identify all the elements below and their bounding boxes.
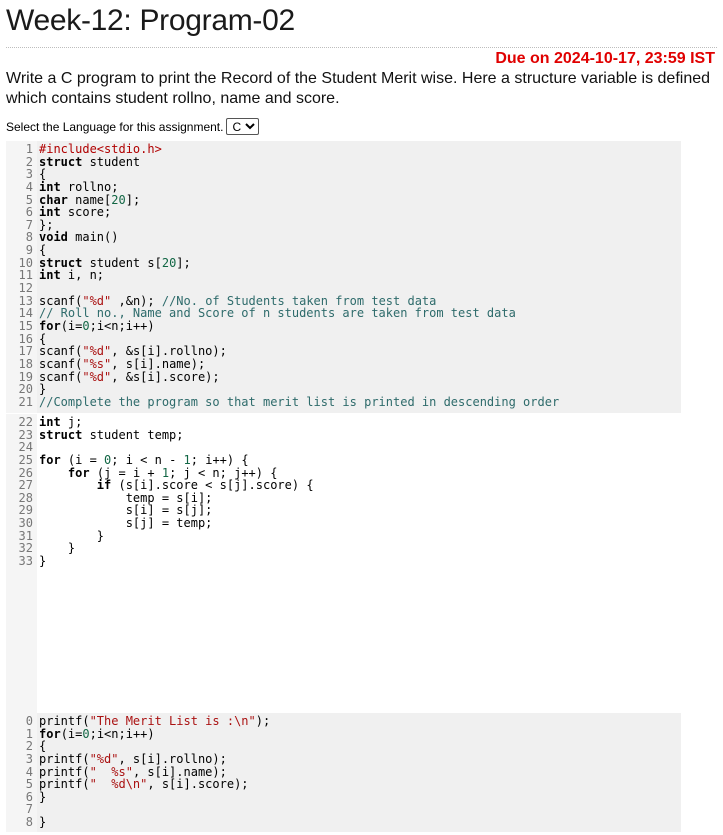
code-text: //Complete the program so that merit lis…	[39, 394, 560, 409]
code-line: 21 //Complete the program so that merit l…	[6, 394, 681, 409]
code-line: 22 int j;	[6, 416, 681, 429]
suffix-code-block: 0 printf("The Merit List is :\n"); 1 for(i=…	[6, 713, 681, 832]
line-number: 6	[25, 205, 33, 220]
line-number: 1	[25, 142, 33, 156]
code-line: 15 for(i=0;i<n;i++)	[6, 320, 681, 333]
code-editor[interactable]: 22 int j; 23 struct student temp; 24 25 for (i…	[6, 414, 681, 713]
line-number: 0	[25, 714, 33, 728]
due-date: Due on 2024-10-17, 23:59 IST	[495, 50, 715, 67]
line-number: 3	[25, 751, 33, 766]
line-number: 17	[18, 344, 33, 359]
code-text: int i, n;	[39, 268, 105, 283]
line-number: 22	[18, 415, 33, 429]
line-number: 4	[25, 179, 33, 194]
code-text: if (s[i].score < s[j].score) {	[96, 478, 314, 493]
line-number: 25	[18, 452, 33, 467]
problem-description: Write a C program to print the Record of…	[6, 70, 711, 107]
code-line: 8 void main()	[6, 231, 681, 244]
line-number: 20	[18, 382, 33, 397]
code-line: 1 #include<stdio.h>	[6, 143, 681, 156]
code-line: 33}	[6, 555, 681, 568]
title-divider	[6, 47, 717, 48]
code-text: struct student temp;	[39, 427, 184, 442]
code-line: 23 struct student temp;	[6, 427, 681, 442]
code-line: 25 for (i = 0; i < n - 1; i++) {	[6, 454, 681, 467]
code-text: printf("The Merit List is :\n");	[39, 714, 271, 728]
code-text: s[j] = temp;	[39, 516, 213, 531]
code-text: scanf("%s", s[i].name);	[39, 356, 206, 371]
code-line: 5 printf(" %d\n", s[i].score);	[6, 778, 681, 791]
code-line: 11 int i, n;	[6, 269, 681, 282]
language-label: Select the Language for this assignment.	[6, 119, 224, 134]
line-number: 9	[25, 243, 33, 258]
line-number: 30	[18, 516, 33, 531]
code-text: struct student	[39, 154, 141, 169]
code-text: printf(" %d\n", s[i].score);	[39, 777, 249, 792]
code-line: 6 int score;	[6, 206, 681, 219]
code-line: 6}	[6, 791, 681, 804]
prefix-code-block: 1 #include<stdio.h> 2 struct student 3{4 int …	[6, 141, 681, 413]
code-text: }	[39, 815, 47, 830]
code-text: }	[39, 554, 47, 569]
code-line: 0 printf("The Merit List is :\n");	[6, 715, 681, 728]
code-text: for(i=0;i<n;i++)	[39, 318, 155, 333]
code-text: scanf("%d", &s[i].rollno);	[39, 344, 227, 359]
code-line: 27 if (s[i].score < s[j].score) {	[6, 479, 681, 492]
code-line: 19 scanf("%d", &s[i].score);	[6, 369, 681, 384]
line-number: 15	[18, 318, 33, 333]
code-line: 4 int rollno;	[6, 181, 681, 194]
line-number: 18	[18, 356, 33, 371]
page-title: Week-12: Program-02	[6, 4, 295, 37]
code-line: 8}	[6, 816, 681, 829]
line-number: 21	[18, 394, 33, 409]
line-number: 8	[25, 815, 33, 830]
language-select[interactable]: C	[226, 118, 260, 135]
code-text: }	[39, 789, 47, 804]
code-line: 30 s[j] = temp;	[6, 517, 681, 530]
code-line: 31 }	[6, 530, 681, 543]
code-line: 10 struct student s[20];	[6, 256, 681, 270]
code-line: 7	[6, 803, 681, 816]
line-number: 5	[25, 777, 33, 792]
code-line: 1 for(i=0;i<n;i++)	[6, 726, 681, 741]
code-text: int score;	[39, 205, 112, 220]
code-line: 32 }	[6, 542, 681, 555]
code-line: 2 struct student	[6, 154, 681, 169]
language-selector-row: Select the Language for this assignment.…	[6, 118, 260, 135]
code-text: for(i=0;i<n;i++)	[39, 726, 155, 741]
code-text: scanf("%d", &s[i].score);	[39, 369, 220, 384]
line-number: 27	[18, 478, 33, 493]
code-text: void main()	[39, 230, 119, 245]
line-number: 12	[18, 281, 33, 296]
line-number: 33	[18, 554, 33, 569]
code-line: 9{	[6, 244, 681, 257]
